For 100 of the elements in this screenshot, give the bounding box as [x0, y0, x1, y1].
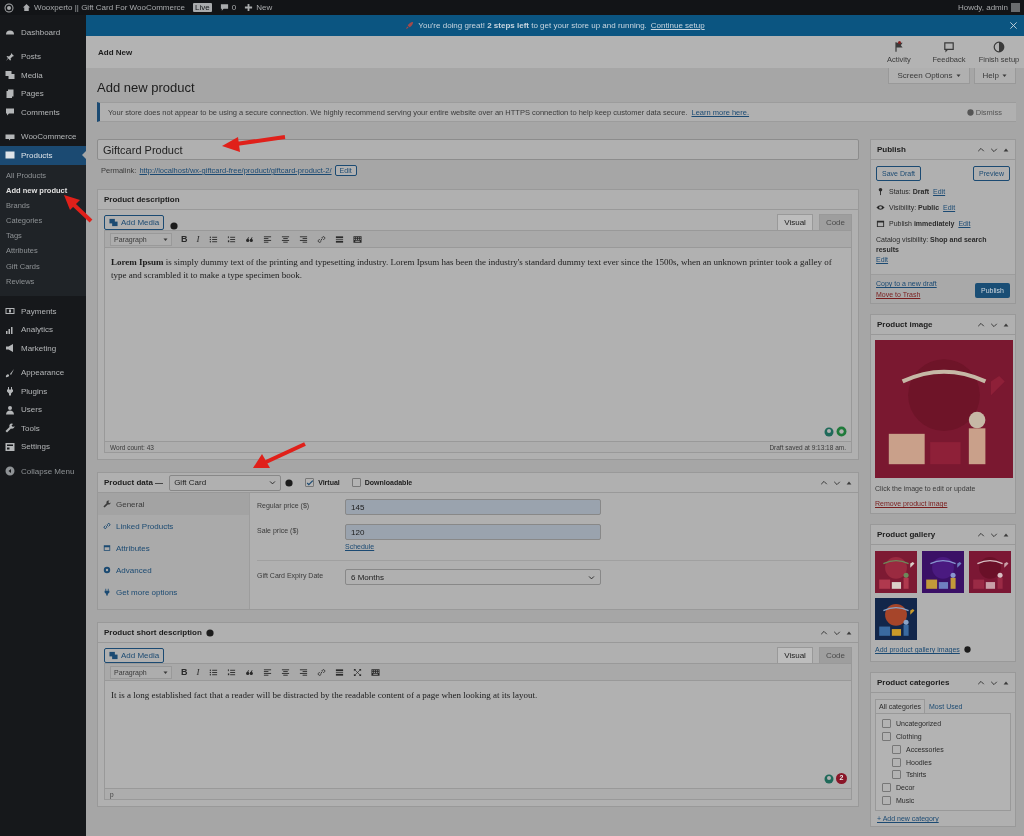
flag-icon [893, 40, 905, 53]
live-badge: Live [193, 3, 212, 12]
read-more-icon [334, 667, 344, 677]
eye-icon [876, 203, 885, 212]
rocket-icon [405, 21, 415, 30]
box-title: Product short description [104, 628, 202, 637]
checkbox[interactable] [882, 732, 891, 742]
help-tab[interactable]: Help [973, 68, 1016, 84]
menu-item[interactable]: Products [0, 146, 86, 165]
editor-tab[interactable]: Code [818, 214, 852, 230]
triangle-up-icon [1003, 321, 1009, 328]
editor-text: Lorem Ipsum is simply dummy text of the printing and typesetting industry. Lorem Ipsum has been the industry's standard dummy text ever since the 1500s, when an unknown printer took a galley of type and scrambled it to make a type specimen book. [111, 256, 833, 283]
speech-bubble-icon [5, 107, 15, 118]
product-data-tab[interactable]: General [98, 493, 249, 515]
annotation-arrow [222, 135, 286, 152]
triangle-up-icon [1003, 679, 1009, 686]
checkbox[interactable] [882, 719, 891, 729]
menu-item[interactable]: Plugins [0, 382, 86, 401]
product-data-tab[interactable]: Linked Products [98, 515, 249, 537]
checkbox[interactable] [892, 757, 901, 767]
table-icon [103, 544, 111, 552]
comments-link[interactable]: 0 [219, 3, 237, 12]
link-icon [316, 667, 326, 677]
box-title: Publish [877, 145, 906, 154]
account-menu[interactable]: Howdy, admin [957, 3, 1020, 12]
add-media-button[interactable]: Add Media [104, 648, 165, 663]
add-media-button[interactable]: Add Media [104, 215, 165, 230]
checkbox[interactable] [892, 770, 901, 780]
menu-item[interactable]: Marketing [0, 339, 86, 358]
bold-button[interactable]: B [181, 667, 188, 677]
checkbox[interactable] [882, 783, 891, 793]
screen-options-tab[interactable]: Screen Options [888, 68, 970, 84]
box-title: Product description [104, 195, 180, 204]
box-icon [5, 150, 15, 161]
banner-text: You're doing great! 2 steps left to get your store up and running. [418, 21, 647, 30]
menu-item[interactable]: Settings [0, 437, 86, 456]
menu-item[interactable]: Posts [0, 47, 86, 66]
checkbox[interactable] [305, 478, 315, 487]
menu-item[interactable]: Payments [0, 302, 86, 321]
plus-icon [244, 3, 254, 12]
wrench-icon [103, 500, 111, 508]
megaphone-icon [5, 343, 15, 354]
checkbox[interactable] [882, 796, 891, 806]
chevron-up-icon [977, 678, 985, 687]
chevron-up-icon [977, 320, 985, 329]
menu-item[interactable]: Appearance [0, 363, 86, 382]
menu-item[interactable]: Analytics [0, 320, 86, 339]
editor-tab[interactable]: Visual [777, 647, 813, 663]
product-data-tab[interactable]: Get more options [98, 581, 249, 603]
price-field[interactable]: 120 [345, 524, 601, 540]
menu-item[interactable]: Tools [0, 419, 86, 438]
keyboard-icon [370, 667, 380, 677]
product-data-tab[interactable]: Advanced [98, 559, 249, 581]
triangle-up-icon [846, 629, 852, 636]
product-type-select[interactable]: Gift Card [169, 474, 282, 491]
editor-tab[interactable]: Visual [777, 214, 813, 230]
italic-button[interactable]: I [196, 667, 200, 677]
checkbox[interactable] [892, 744, 901, 754]
box-title: Product data — [104, 478, 164, 487]
checkbox[interactable] [351, 478, 361, 487]
menu-item[interactable]: Comments [0, 103, 86, 122]
site-name-link[interactable]: Wooxperto || Gift Card For WooCommerce [22, 3, 185, 12]
align-left-icon [262, 234, 272, 244]
sliders-icon [5, 441, 15, 452]
breadcrumb: Add New [98, 47, 134, 57]
chevron-up-icon [977, 530, 985, 539]
new-link[interactable]: New [244, 3, 273, 12]
annotation-arrow [253, 442, 306, 468]
menu-item[interactable]: Media [0, 66, 86, 85]
box-title: Product image [877, 320, 933, 330]
chevron-down-icon [833, 478, 841, 487]
keyboard-icon [352, 234, 362, 244]
triangle-up-icon [1003, 146, 1009, 153]
numbered-list-icon [226, 234, 236, 244]
menu-item[interactable]: Pages [0, 84, 86, 103]
price-field[interactable]: 145 [345, 499, 601, 515]
chevron-up-icon [977, 145, 985, 154]
box-title: Product gallery [877, 530, 936, 540]
menu-item[interactable]: Users [0, 400, 86, 419]
editor-area[interactable] [104, 248, 852, 442]
numbered-list-icon [226, 667, 236, 677]
menu-item[interactable]: WooCommerce [0, 127, 86, 146]
continue-setup-link[interactable]: Continue setup [650, 21, 705, 30]
plug-icon [103, 588, 111, 596]
chevron-down-icon [269, 479, 277, 486]
plug-icon [5, 386, 15, 397]
read-more-icon [334, 234, 344, 244]
collapse-menu-button[interactable]: Collapse Menu [0, 462, 86, 480]
expiry-select[interactable]: 6 Months [345, 569, 601, 585]
photos-icon [5, 70, 15, 81]
italic-button[interactable]: I [196, 234, 200, 244]
editor-tab[interactable]: Code [818, 647, 852, 663]
align-center-icon [280, 234, 290, 244]
caret-icon [163, 236, 168, 242]
product-data-tab[interactable]: Attributes [98, 537, 249, 559]
caret-icon [955, 73, 961, 78]
chevron-down-icon [990, 530, 998, 539]
menu-item[interactable]: Dashboard [0, 23, 86, 42]
title-field[interactable]: Giftcard Product [97, 139, 859, 160]
bold-button[interactable]: B [181, 234, 188, 244]
